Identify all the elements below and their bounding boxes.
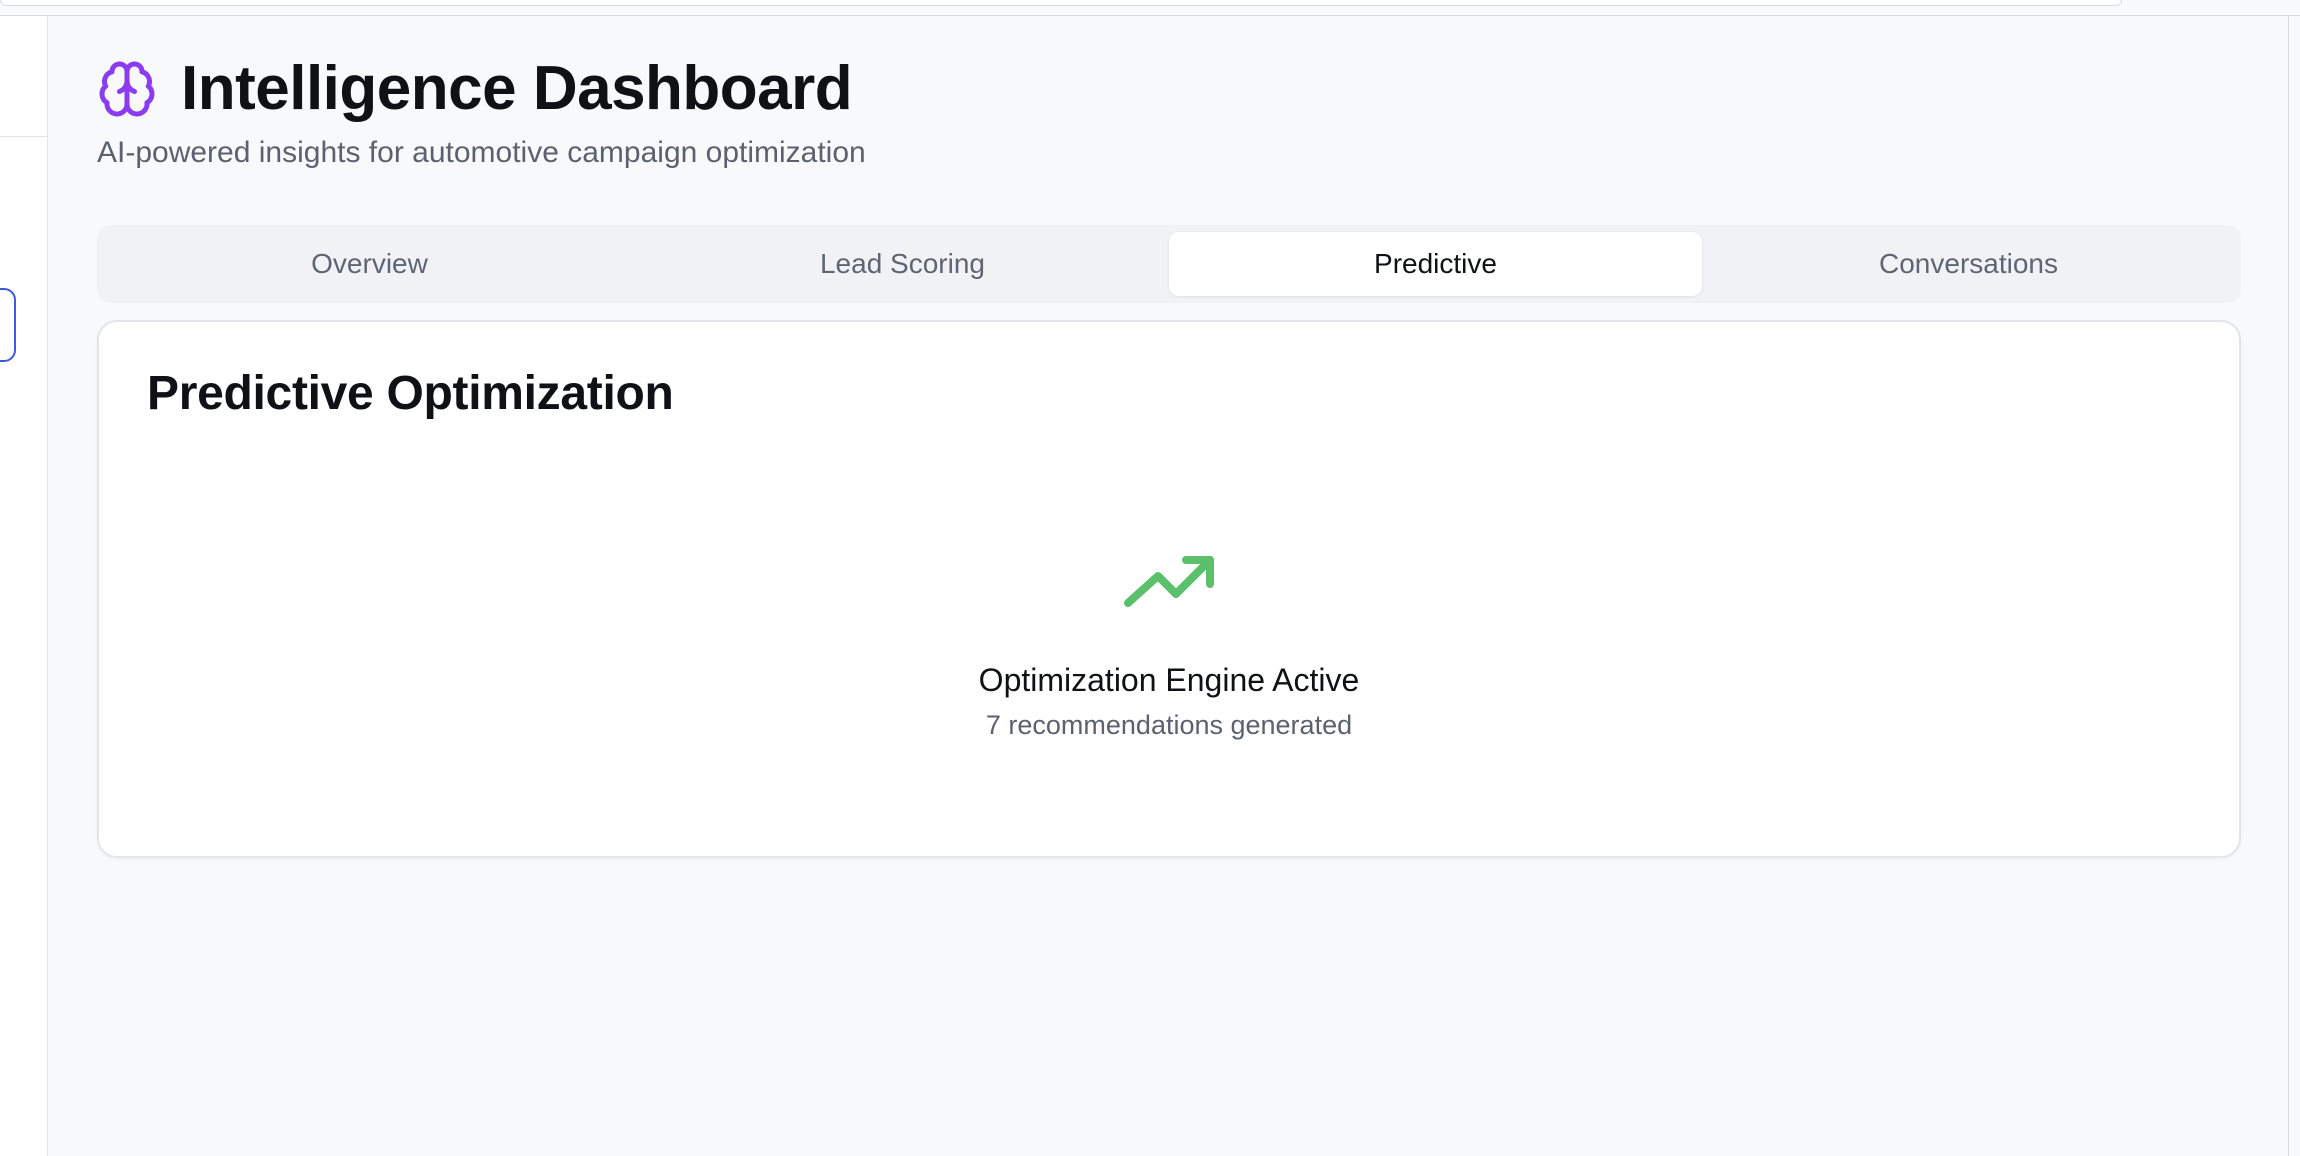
top-bar	[0, 0, 2300, 16]
app-window: Intelligence Dashboard AI-powered insigh…	[0, 0, 2300, 1156]
tab-predictive[interactable]: Predictive	[1169, 232, 1702, 296]
card-title: Predictive Optimization	[147, 367, 674, 420]
predictive-optimization-card: Predictive Optimization Optimization Eng…	[97, 320, 2241, 858]
top-bar-field[interactable]	[0, 0, 2122, 6]
page-title: Intelligence Dashboard	[181, 54, 853, 123]
recommendations-count: 7 recommendations generated	[985, 710, 1353, 740]
page-subtitle: AI-powered insights for automotive campa…	[97, 136, 866, 169]
engine-status: Optimization Engine Active	[978, 662, 1360, 698]
page-header: Intelligence Dashboard	[97, 54, 853, 123]
sidebar	[0, 16, 48, 1156]
tab-list: Overview Lead Scoring Predictive Convers…	[97, 225, 2241, 303]
tab-conversations[interactable]: Conversations	[1702, 232, 2235, 296]
tab-overview[interactable]: Overview	[103, 232, 636, 296]
sidebar-selected-item[interactable]	[0, 288, 16, 362]
trending-up-icon	[1120, 546, 1220, 616]
right-panel-edge	[2288, 16, 2289, 1156]
brain-icon	[97, 59, 157, 119]
sidebar-divider	[0, 136, 47, 137]
tab-lead-scoring[interactable]: Lead Scoring	[636, 232, 1169, 296]
